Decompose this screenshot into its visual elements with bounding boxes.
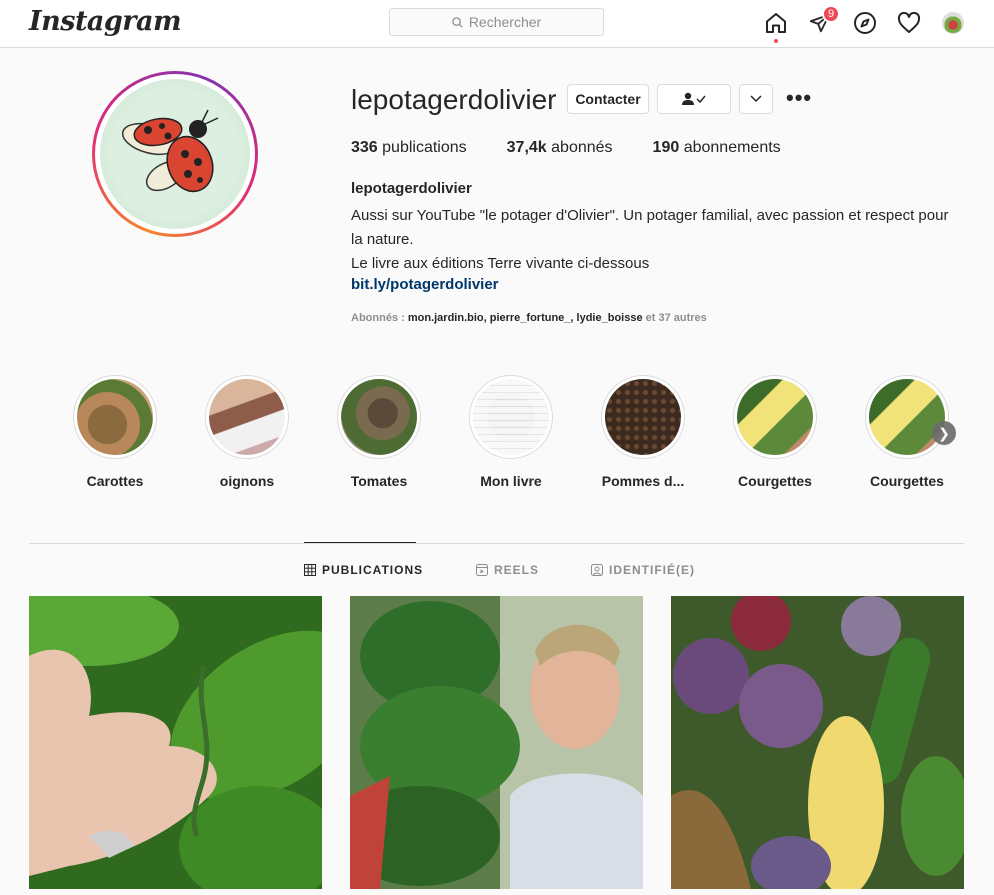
search-input[interactable]: Rechercher <box>389 8 604 36</box>
highlight-item[interactable]: Courgettes <box>733 375 817 489</box>
highlight-item[interactable]: Pommes d... <box>601 375 685 489</box>
stat-count: 37,4k <box>506 139 547 156</box>
suggestions-dropdown-button[interactable] <box>739 84 773 114</box>
highlight-item[interactable]: Carottes <box>73 375 157 489</box>
instagram-logo[interactable]: Instagram <box>29 6 182 37</box>
post-image <box>350 596 643 889</box>
highlight-item[interactable]: oignons <box>205 375 289 489</box>
stat-count: 190 <box>652 139 680 156</box>
contact-button[interactable]: Contacter <box>567 84 649 114</box>
highlight-cover <box>605 379 681 455</box>
reels-icon <box>476 564 488 576</box>
highlight-label: oignons <box>219 473 275 489</box>
tab-publications[interactable]: PUBLICATIONS <box>304 563 423 577</box>
highlight-item[interactable]: Mon livre <box>469 375 553 489</box>
explore-icon[interactable] <box>852 10 878 36</box>
highlights-next-arrow-icon[interactable]: ❯ <box>932 421 956 445</box>
stat-following[interactable]: 190 abonnements <box>653 139 781 157</box>
profile-picture-ring[interactable] <box>92 71 258 237</box>
ladybug-icon <box>121 109 219 193</box>
activity-heart-icon[interactable] <box>896 10 922 36</box>
avatar[interactable] <box>942 12 964 34</box>
highlight-label: Courgettes <box>870 473 944 489</box>
stat-label: abonnés <box>546 139 613 156</box>
followed-by[interactable]: Abonnés : mon.jardin.bio, pierre_fortune… <box>351 312 707 324</box>
highlight-cover <box>341 379 417 455</box>
post-image <box>29 596 322 889</box>
post-thumbnail[interactable] <box>350 596 643 889</box>
highlight-label: Carottes <box>86 473 144 489</box>
bio-line: Aussi sur YouTube "le potager d'Olivier"… <box>351 207 949 248</box>
profile-stats: 336 publications 37,4k abonnés 190 abonn… <box>351 139 821 157</box>
bio-link[interactable]: bit.ly/potagerdolivier <box>351 276 499 293</box>
story-highlights: Carottes oignons Tomates Mon livre Pomme… <box>73 375 963 490</box>
stat-followers[interactable]: 37,4k abonnés <box>507 139 613 157</box>
chevron-down-icon <box>750 95 762 103</box>
bio-line: Le livre aux éditions Terre vivante ci-d… <box>351 255 650 272</box>
highlight-cover <box>473 379 549 455</box>
notification-badge: 9 <box>822 5 840 23</box>
post-thumbnail[interactable] <box>29 596 322 889</box>
stat-count: 336 <box>351 139 378 156</box>
more-options-icon[interactable]: ••• <box>786 87 812 109</box>
followed-by-prefix: Abonnés : <box>351 312 408 324</box>
grid-icon <box>304 564 316 576</box>
highlight-label: Mon livre <box>480 473 542 489</box>
tab-label: PUBLICATIONS <box>322 563 424 577</box>
following-button[interactable] <box>657 84 731 114</box>
active-indicator <box>774 39 778 43</box>
home-icon[interactable] <box>763 10 789 36</box>
followed-by-suffix: et 37 autres <box>642 312 707 324</box>
stat-label: publications <box>377 139 467 156</box>
profile-picture <box>100 79 250 229</box>
highlight-item[interactable]: Tomates <box>337 375 421 489</box>
bio-text: Aussi sur YouTube "le potager d'Olivier"… <box>351 204 961 276</box>
post-image <box>671 596 964 889</box>
post-thumbnail[interactable] <box>671 596 964 889</box>
stat-publications[interactable]: 336 publications <box>351 139 467 157</box>
active-tab-indicator <box>304 542 416 543</box>
highlight-cover <box>77 379 153 455</box>
highlight-label: Tomates <box>350 473 408 489</box>
tab-reels[interactable]: REELS <box>476 563 539 577</box>
highlight-cover <box>869 379 945 455</box>
tab-label: IDENTIFIÉ(E) <box>609 563 695 577</box>
search-icon <box>452 16 463 28</box>
highlight-label: Pommes d... <box>601 473 685 489</box>
tagged-user-icon <box>591 564 603 576</box>
stat-label: abonnements <box>679 139 781 156</box>
tab-label: REELS <box>494 563 540 577</box>
highlight-cover <box>209 379 285 455</box>
search-placeholder: Rechercher <box>468 14 542 30</box>
profile-username: lepotagerdolivier <box>351 84 557 115</box>
followed-by-names: mon.jardin.bio, pierre_fortune_, lydie_b… <box>407 312 643 324</box>
person-check-icon <box>682 92 706 105</box>
highlight-cover <box>737 379 813 455</box>
tab-tagged[interactable]: IDENTIFIÉ(E) <box>591 563 695 577</box>
bio-name: lepotagerdolivier <box>351 180 472 197</box>
tabs-divider <box>29 543 964 544</box>
highlight-label: Courgettes <box>738 473 812 489</box>
top-navigation-bar: Instagram Rechercher 9 <box>0 0 994 48</box>
